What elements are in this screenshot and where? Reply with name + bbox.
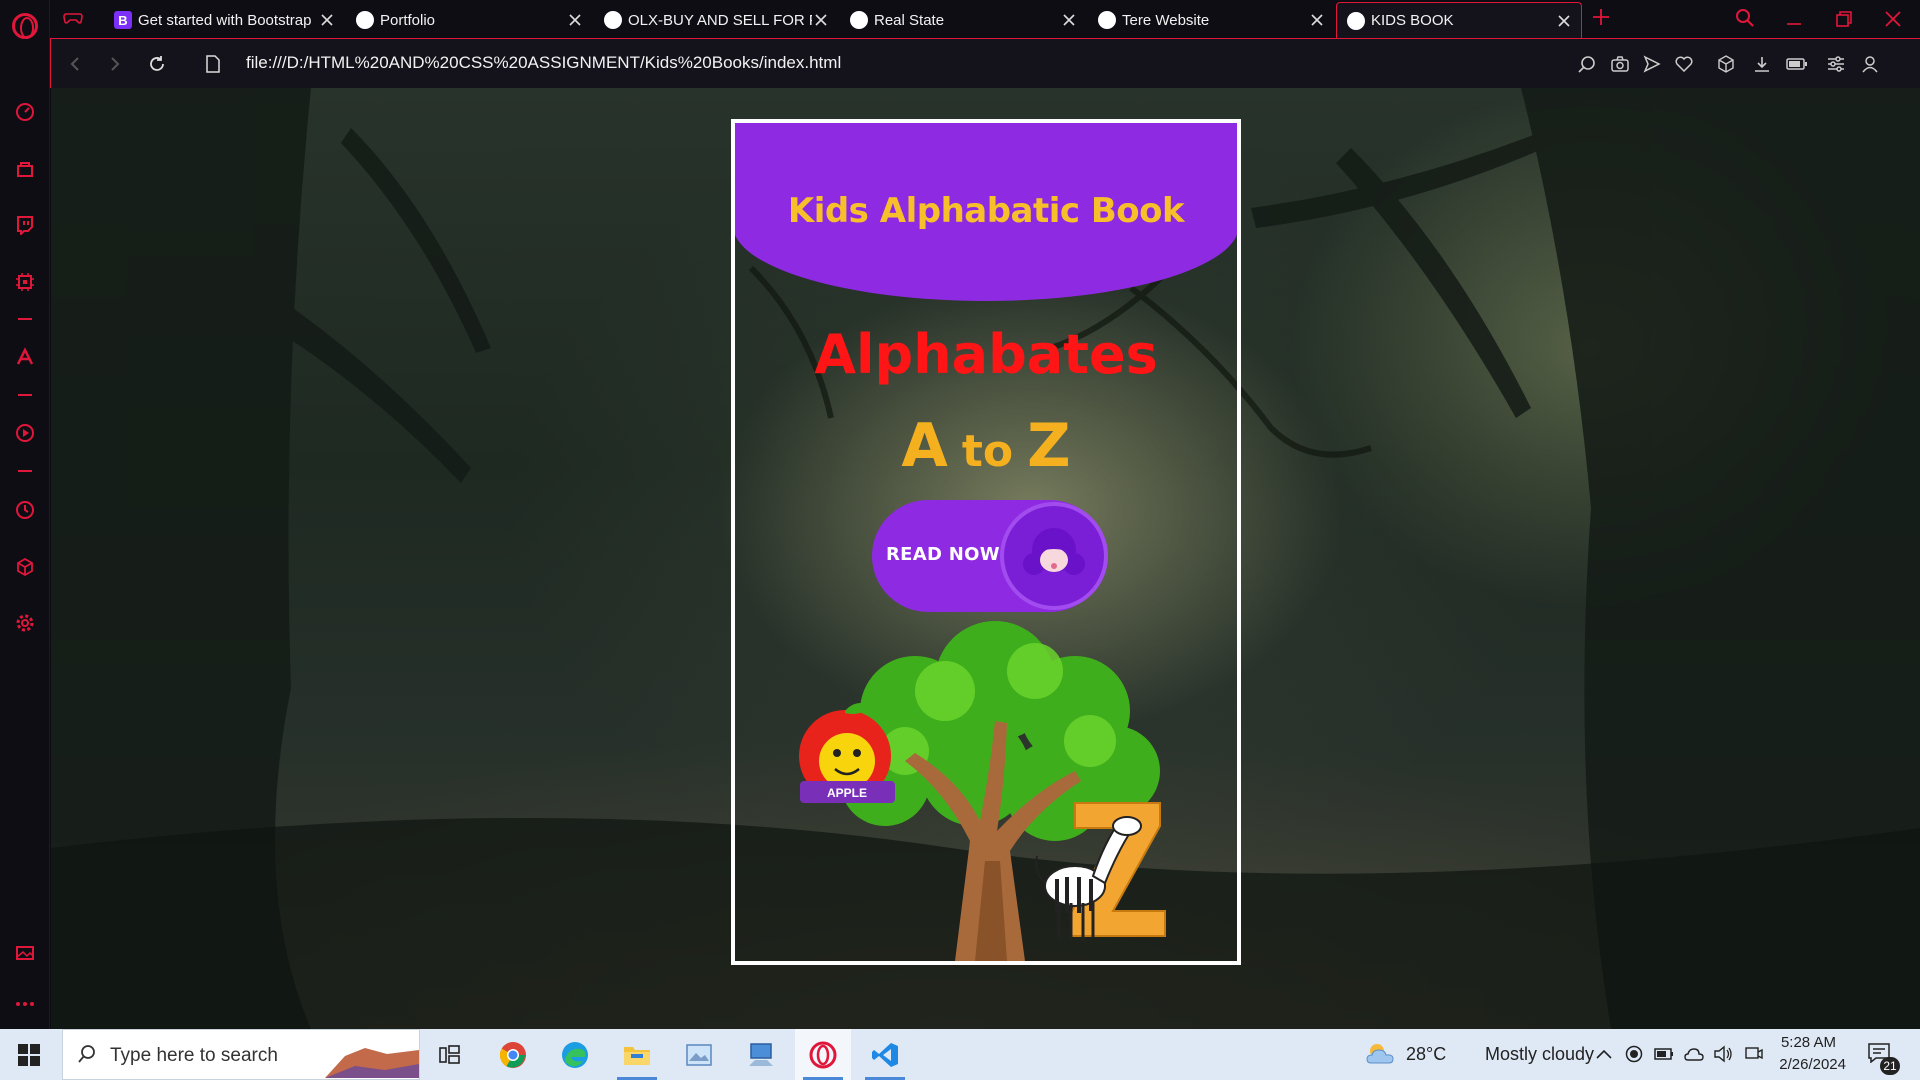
camera-icon[interactable] <box>1609 53 1631 75</box>
meet-now-icon[interactable] <box>1744 1044 1764 1064</box>
easy-setup-sliders-icon[interactable] <box>1825 53 1847 75</box>
weather-cloudy-icon[interactable] <box>1365 1041 1397 1072</box>
history-icon[interactable] <box>13 498 37 522</box>
close-icon[interactable] <box>566 11 584 29</box>
file-page-icon <box>201 52 225 76</box>
task-view-icon[interactable] <box>422 1029 478 1080</box>
close-icon[interactable] <box>1308 11 1326 29</box>
photo-viewer-icon[interactable] <box>671 1029 727 1080</box>
sidebar-separator <box>18 394 32 396</box>
forward-arrow-icon[interactable] <box>103 52 127 76</box>
notification-count-badge: 21 <box>1880 1057 1900 1075</box>
tab-portfolio[interactable]: Portfolio <box>346 2 592 38</box>
send-icon[interactable] <box>1641 53 1663 75</box>
more-dots-icon[interactable] <box>13 992 37 1016</box>
opera-sidebar <box>0 0 50 1029</box>
heart-icon[interactable] <box>1673 53 1695 75</box>
clock-date[interactable]: 2/26/2024 <box>1776 1056 1846 1073</box>
chrome-icon[interactable] <box>485 1029 541 1080</box>
tab-real-state[interactable]: Real State <box>840 2 1086 38</box>
windows-start-icon[interactable] <box>18 1044 40 1071</box>
windows-taskbar: Type here to search 28°C Mostly cloudy 5… <box>0 1029 1920 1080</box>
tab-bar: B Get started with Bootstrap Portfolio O… <box>50 0 1920 38</box>
volume-icon[interactable] <box>1713 1044 1733 1064</box>
read-now-button[interactable]: READ NOW <box>872 500 1108 612</box>
lens-search-icon[interactable] <box>1576 53 1598 75</box>
aria-icon[interactable] <box>13 345 37 369</box>
reload-icon[interactable] <box>145 52 169 76</box>
vscode-icon[interactable] <box>857 1029 913 1080</box>
record-icon[interactable] <box>1624 1044 1644 1064</box>
snapshot-gallery-icon[interactable] <box>13 941 37 965</box>
book-title: Kids Alphabatic Book <box>787 191 1185 231</box>
speed-dial-icon[interactable] <box>13 100 37 124</box>
alphabets-heading: Alphabates <box>814 323 1158 386</box>
download-icon[interactable] <box>1751 53 1773 75</box>
close-icon[interactable] <box>1555 12 1573 30</box>
gaming-controller-icon[interactable] <box>63 9 83 32</box>
page-viewport: Kids Alphabatic Book Alphabates Ato Z REA… <box>51 88 1920 1029</box>
search-highlight-landscape-icon <box>325 1048 419 1078</box>
tab-kids-book[interactable]: KIDS BOOK <box>1336 2 1582 38</box>
chevron-up-icon[interactable] <box>1594 1044 1614 1064</box>
close-window-icon[interactable] <box>1884 10 1902 33</box>
taskbar-search-box[interactable]: Type here to search <box>62 1029 420 1080</box>
address-bar: file:///D:/HTML%20AND%20CSS%20ASSIGNMENT… <box>50 38 1920 88</box>
opera-logo-icon[interactable] <box>12 13 38 39</box>
girl-avatar-icon <box>1000 502 1108 610</box>
range-from: A <box>901 411 948 481</box>
extensions-cube-icon[interactable] <box>13 555 37 579</box>
globe-icon <box>356 11 374 29</box>
file-explorer-icon[interactable] <box>609 1029 665 1080</box>
search-icon <box>77 1044 97 1069</box>
close-icon[interactable] <box>1060 11 1078 29</box>
globe-icon <box>604 11 622 29</box>
close-icon[interactable] <box>318 11 336 29</box>
close-icon[interactable] <box>812 11 830 29</box>
back-arrow-icon[interactable] <box>63 52 87 76</box>
read-now-label: READ NOW <box>886 544 1000 565</box>
battery-saver-icon[interactable] <box>1786 53 1808 75</box>
settings-gear-icon[interactable] <box>13 611 37 635</box>
weather-temperature[interactable]: 28°C <box>1406 1044 1446 1065</box>
tab-search-icon[interactable] <box>1735 8 1755 33</box>
tab-olx[interactable]: OLX-BUY AND SELL FOR FREE <box>594 2 838 38</box>
book-cover: Kids Alphabatic Book Alphabates Ato Z REA… <box>731 119 1241 965</box>
battery-icon[interactable] <box>1654 1044 1674 1064</box>
remote-desktop-icon[interactable] <box>733 1029 789 1080</box>
range-to: Z <box>1027 411 1071 481</box>
player-icon[interactable] <box>13 421 37 445</box>
onedrive-cloud-icon[interactable] <box>1684 1044 1704 1064</box>
twitch-icon[interactable] <box>13 213 37 237</box>
svg-text:APPLE: APPLE <box>827 786 867 800</box>
globe-icon <box>1347 11 1365 30</box>
minimize-icon[interactable] <box>1785 10 1803 33</box>
opera-taskbar-icon[interactable] <box>795 1029 851 1080</box>
sidebar-separator <box>18 318 32 320</box>
edge-icon[interactable] <box>547 1029 603 1080</box>
tree-apple-zebra-illustration: APPLE <box>799 621 1166 961</box>
globe-icon <box>850 11 868 29</box>
a-to-z-heading: Ato Z <box>735 411 1237 481</box>
weather-description[interactable]: Mostly cloudy <box>1485 1044 1594 1065</box>
clock-time[interactable]: 5:28 AM <box>1776 1034 1836 1051</box>
shopping-icon[interactable] <box>13 157 37 181</box>
url-field[interactable]: file:///D:/HTML%20AND%20CSS%20ASSIGNMENT… <box>246 53 841 73</box>
new-tab-plus-icon[interactable] <box>1592 8 1610 31</box>
tab-bootstrap[interactable]: B Get started with Bootstrap <box>104 2 344 38</box>
extensions-cube-icon[interactable] <box>1715 53 1737 75</box>
globe-icon <box>1098 11 1116 29</box>
profile-icon[interactable] <box>1859 53 1881 75</box>
tab-tere-website[interactable]: Tere Website <box>1088 2 1334 38</box>
cpu-icon[interactable] <box>13 270 37 294</box>
restore-icon[interactable] <box>1835 10 1853 33</box>
book-header: Kids Alphabatic Book <box>735 123 1237 301</box>
bootstrap-icon: B <box>114 11 132 29</box>
range-joiner: to <box>961 426 1014 477</box>
sidebar-separator <box>18 470 32 472</box>
search-placeholder: Type here to search <box>110 1045 278 1066</box>
